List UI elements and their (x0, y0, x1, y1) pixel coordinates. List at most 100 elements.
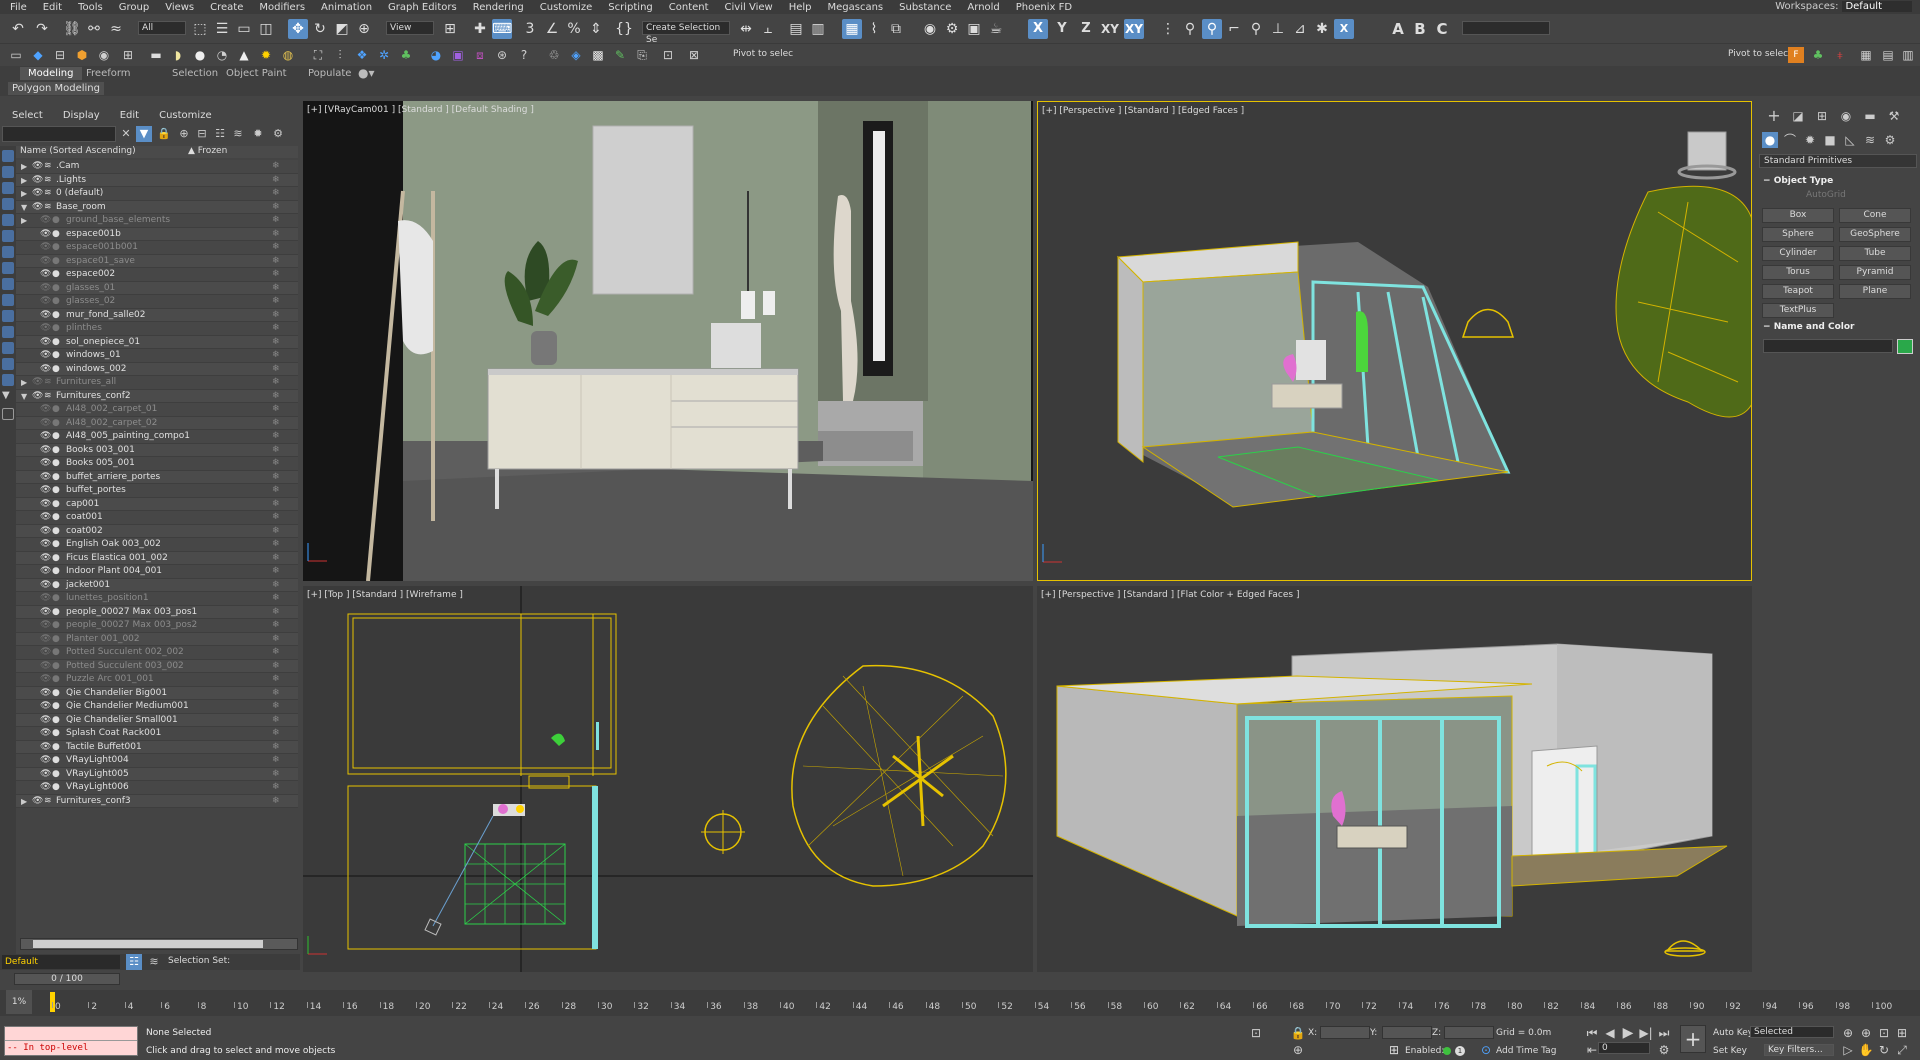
scene-item-name[interactable]: glasses_02 (66, 295, 115, 308)
scene-item-name[interactable]: VRayLight005 (66, 768, 129, 781)
y-coordinate-field[interactable] (1382, 1026, 1432, 1039)
scene-tree-row[interactable]: 👁 ● glasses_02 ❄ (16, 295, 298, 309)
set-key-button[interactable]: Set Key (1713, 1046, 1747, 1056)
time-tag-icon[interactable]: ⊙ (1478, 1042, 1494, 1058)
add-layer-icon[interactable]: ⊕ (176, 126, 192, 142)
display-spacewarps-icon[interactable] (2, 278, 14, 290)
tool-icon-6[interactable]: ⊞ (120, 47, 136, 63)
scene-tree-row[interactable]: 👁 ● jacket001 ❄ (16, 578, 298, 592)
camera-viewport-label[interactable]: [+] [VRayCam001 ] [Standard ] [Default S… (307, 105, 534, 115)
scene-item-name[interactable]: espace001b001 (66, 241, 138, 254)
fp-plugin-icon[interactable]: F (1788, 47, 1804, 63)
scene-item-name[interactable]: AI48_002_carpet_01 (66, 403, 157, 416)
field-of-view-icon[interactable]: ▷ (1840, 1042, 1856, 1058)
scene-item-name[interactable]: Qie Chandelier Small001 (66, 714, 178, 727)
axis-constraint-x[interactable]: X (1028, 19, 1048, 39)
scene-item-name[interactable]: people_00027 Max 003_pos2 (66, 619, 197, 632)
scene-tree-row[interactable]: 👁 ● VRayLight005 ❄ (16, 767, 298, 781)
polygon-modeling-panel[interactable]: Polygon Modeling (8, 82, 104, 95)
freeze-toggle-icon[interactable]: ❄ (272, 781, 280, 794)
vray-dome-icon[interactable]: ● (192, 47, 208, 63)
expand-toggle-icon[interactable]: ▶ (21, 795, 27, 808)
menu-file[interactable]: File (0, 2, 33, 13)
menu-tools[interactable]: Tools (68, 2, 109, 13)
material-editor-icon[interactable]: ◉ (920, 19, 940, 39)
lights-category-icon[interactable]: ✹ (1802, 132, 1818, 148)
visibility-icon[interactable]: 👁 (40, 579, 51, 592)
scene-tree-row[interactable]: 👁 ● buffet_portes ❄ (16, 484, 298, 498)
scene-tree-row[interactable]: ▼ 👁 ≋ Furnitures_conf2 ❄ (16, 389, 298, 403)
scene-tree-row[interactable]: ▶ 👁 ≋ .Lights ❄ (16, 173, 298, 187)
vray-lister-icon[interactable]: ⧈ (472, 47, 488, 63)
scene-item-name[interactable]: AI48_005_painting_compo1 (66, 430, 190, 443)
visibility-icon[interactable]: 👁 (40, 619, 51, 632)
vray-ambient-icon[interactable]: ◍ (280, 47, 296, 63)
freeze-toggle-icon[interactable]: ❄ (272, 484, 280, 497)
scene-tree-row[interactable]: 👁 ● AI48_005_painting_compo1 ❄ (16, 430, 298, 444)
freeze-toggle-icon[interactable]: ❄ (272, 687, 280, 700)
scene-tree-row[interactable]: 👁 ● espace002 ❄ (16, 268, 298, 282)
maximize-viewport-icon[interactable]: ⤢ (1894, 1042, 1910, 1058)
cone-button[interactable]: Cone (1839, 208, 1911, 223)
visibility-icon[interactable]: 👁 (40, 552, 51, 565)
scene-tree-row[interactable]: 👁 ● lunettes_position1 ❄ (16, 592, 298, 606)
time-slider-thumb[interactable]: 0 / 100 (14, 973, 120, 985)
menu-scripting[interactable]: Scripting (598, 2, 658, 13)
freeze-toggle-icon[interactable]: ❄ (272, 538, 280, 551)
freeze-toggle-icon[interactable]: ❄ (272, 268, 280, 281)
freeze-toggle-icon[interactable]: ❄ (272, 363, 280, 376)
scene-tree-row[interactable]: 👁 ● cap001 ❄ (16, 497, 298, 511)
freeze-toggle-icon[interactable]: ❄ (272, 525, 280, 538)
current-frame-field[interactable]: 0 (1598, 1042, 1650, 1054)
display-helpers-icon[interactable] (2, 262, 14, 274)
camera-viewport[interactable]: [+] [VRayCam001 ] [Standard ] [Default S… (303, 101, 1033, 581)
display-geometry-icon[interactable] (2, 198, 14, 210)
scene-item-name[interactable]: Qie Chandelier Medium001 (66, 700, 189, 713)
display-options-icon[interactable] (2, 408, 14, 420)
scene-tree-row[interactable]: 👁 ● Qie Chandelier Medium001 ❄ (16, 700, 298, 714)
systems-category-icon[interactable]: ⚙ (1882, 132, 1898, 148)
expand-toggle-icon[interactable]: ▶ (21, 376, 27, 389)
scene-item-name[interactable]: coat001 (66, 511, 103, 524)
scene-tree-row[interactable]: 👁 ● coat001 ❄ (16, 511, 298, 525)
autogrid-checkbox[interactable]: AutoGrid (1806, 190, 1846, 200)
scene-item-name[interactable]: Qie Chandelier Big001 (66, 687, 167, 700)
zoom-extents-icon[interactable]: ⊡ (1876, 1025, 1892, 1041)
undo-icon[interactable]: ↶ (8, 19, 28, 39)
freeze-toggle-icon[interactable]: ❄ (272, 714, 280, 727)
menu-graph-editors[interactable]: Graph Editors (378, 2, 463, 13)
sphere-button[interactable]: Sphere (1762, 227, 1834, 242)
angle-snap-icon[interactable]: ∠ (542, 19, 562, 39)
freeze-toggle-icon[interactable]: ❄ (272, 619, 280, 632)
custom-tool-b[interactable]: B (1410, 19, 1430, 39)
visibility-icon[interactable]: 👁 (40, 565, 51, 578)
scene-item-name[interactable]: Splash Coat Rack001 (66, 727, 161, 740)
freeze-toggle-icon[interactable]: ❄ (272, 295, 280, 308)
tool-icon-4[interactable]: ⬢ (74, 47, 90, 63)
scene-tree-row[interactable]: 👁 ● coat002 ❄ (16, 524, 298, 538)
name-color-rollout[interactable]: Name and Color (1759, 320, 1917, 334)
menu-views[interactable]: Views (155, 2, 200, 13)
visibility-icon[interactable]: 👁 (32, 390, 43, 403)
cameras-category-icon[interactable]: ■ (1822, 132, 1838, 148)
expand-toggle-icon[interactable]: ▼ (21, 201, 27, 214)
clear-search-icon[interactable]: ✕ (118, 126, 134, 142)
visibility-icon[interactable]: 👁 (40, 457, 51, 470)
visibility-icon[interactable]: 👁 (40, 633, 51, 646)
visibility-icon[interactable]: 👁 (40, 268, 51, 281)
visibility-icon[interactable]: 👁 (40, 700, 51, 713)
column-header[interactable]: Name (Sorted Ascending) ▲ Frozen (16, 146, 298, 158)
sort-layer-icon[interactable]: ☷ (126, 954, 142, 970)
scene-item-name[interactable]: AI48_002_carpet_02 (66, 417, 157, 430)
lock-icon[interactable]: 🔒 (156, 126, 172, 142)
menu-rendering[interactable]: Rendering (463, 2, 530, 13)
snap-pivot-icon[interactable]: ⚲ (1180, 19, 1200, 39)
scene-item-name[interactable]: Planter 001_002 (66, 633, 140, 646)
visibility-icon[interactable]: 👁 (40, 255, 51, 268)
display-xrefs-icon[interactable] (2, 310, 14, 322)
scene-item-name[interactable]: ground_base_elements (66, 214, 170, 227)
scene-tree-row[interactable]: 👁 ● sol_onepiece_01 ❄ (16, 335, 298, 349)
display-tab-icon[interactable]: ▬ (1862, 108, 1878, 124)
layer-hierarchy-icon[interactable]: ≋ (146, 954, 162, 970)
freeze-toggle-icon[interactable]: ❄ (272, 376, 280, 389)
